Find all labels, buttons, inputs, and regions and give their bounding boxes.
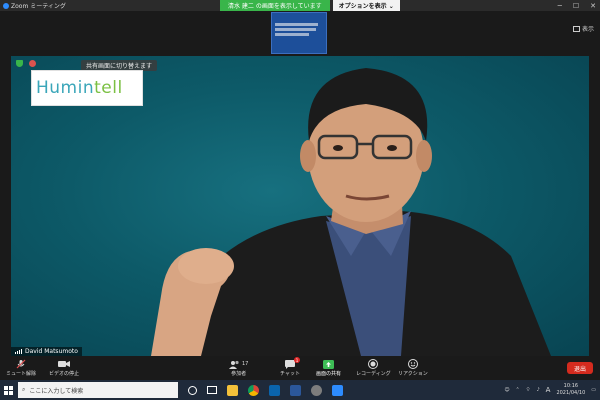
grid-view-icon: [572, 25, 580, 32]
humintell-logo: Humintell: [31, 70, 143, 106]
reactions-label: リアクション: [398, 371, 428, 377]
mute-label: ミュート解除: [6, 371, 37, 377]
clock-date: 2021/04/10: [556, 390, 586, 396]
view-options-button[interactable]: オプションを表示 ⌄: [332, 0, 400, 11]
chat-label: チャット: [280, 371, 300, 377]
close-icon[interactable]: ✕: [590, 2, 596, 10]
taskbar-clock[interactable]: 10:16 2021/04/10: [556, 383, 585, 397]
meeting-toolbar: ミュート解除 ビデオの停止 17 参加者 1 チャット 画面の共有 レコーディン…: [0, 357, 600, 380]
participants-icon: 17: [229, 359, 248, 369]
participants-button[interactable]: 17 参加者: [229, 359, 248, 377]
speaker-video-feed: [151, 68, 551, 356]
people-icon[interactable]: ☺: [504, 387, 509, 393]
search-placeholder: ここに入力して検索: [29, 387, 84, 395]
windows-start-icon[interactable]: [0, 380, 16, 400]
logo-text-a: Humin: [36, 78, 95, 98]
leave-meeting-button[interactable]: 退出: [567, 362, 593, 374]
mute-button[interactable]: ミュート解除: [6, 359, 36, 377]
connection-signal-icon: [15, 349, 22, 354]
shared-screen-preview: [271, 12, 327, 54]
window-controls: ─ ☐ ✕: [558, 0, 596, 11]
thumbnail-strip: 表示: [0, 11, 600, 55]
minimize-icon[interactable]: ─: [558, 2, 562, 10]
participant-name-tag: David Matsumoto: [11, 347, 82, 356]
encryption-shield-icon[interactable]: [16, 60, 23, 67]
view-label: 表示: [581, 26, 594, 33]
active-speaker-video: 共有画面に切り替えます Humintell David Matsumoto: [11, 56, 589, 356]
share-status-text: 清水 建二 の画面を表示しています: [220, 0, 330, 11]
participant-name: David Matsumoto: [25, 348, 78, 355]
maximize-icon[interactable]: ☐: [573, 2, 579, 10]
share-screen-button[interactable]: 画面の共有: [316, 359, 341, 377]
media-app-icon[interactable]: [311, 384, 322, 396]
search-icon: ⌕: [22, 386, 26, 393]
shared-screen-thumbnail[interactable]: [270, 11, 328, 55]
network-icon[interactable]: ⌔: [526, 387, 531, 393]
zoom-logo-icon: [3, 2, 9, 9]
participants-count: 17: [242, 361, 249, 367]
taskbar-search-box[interactable]: ⌕ ここに入力して検索: [18, 382, 178, 398]
share-label: 画面の共有: [316, 371, 342, 377]
share-banner: 清水 建二 の画面を表示しています オプションを表示 ⌄: [220, 0, 400, 11]
title-bar: Zoom ミーティング 清水 建二 の画面を表示しています オプションを表示 ⌄…: [0, 0, 600, 11]
ime-indicator[interactable]: A: [546, 386, 551, 394]
outlook-icon[interactable]: [269, 384, 280, 396]
meeting-status-icons: [16, 60, 36, 67]
record-icon: [368, 359, 379, 369]
view-button[interactable]: 表示: [572, 24, 594, 33]
app-title-group: Zoom ミーティング: [0, 1, 66, 10]
emoji-reaction-icon: [407, 359, 418, 369]
recording-indicator-icon: [29, 60, 36, 67]
chrome-icon[interactable]: [248, 384, 259, 396]
clock-time: 10:16: [563, 383, 579, 389]
taskbar-apps: [188, 384, 343, 396]
task-view-icon[interactable]: [207, 386, 217, 394]
chat-badge: 1: [293, 357, 300, 363]
stop-video-label: ビデオの停止: [49, 371, 80, 377]
file-explorer-icon[interactable]: [227, 384, 238, 396]
stop-video-button[interactable]: ビデオの停止: [49, 359, 79, 377]
app-title: Zoom ミーティング: [11, 3, 66, 10]
reactions-button[interactable]: リアクション: [398, 359, 428, 377]
cortana-icon[interactable]: [188, 385, 197, 395]
microphone-muted-icon: [16, 359, 26, 369]
share-screen-icon: [323, 359, 334, 369]
logo-text-b: tell: [94, 78, 123, 98]
zoom-taskbar-icon[interactable]: [332, 384, 343, 396]
notification-icon[interactable]: ▭: [591, 387, 596, 393]
record-label: レコーディング: [356, 371, 391, 377]
logo-brand-text: Humintell: [36, 79, 142, 97]
participants-label: 参加者: [231, 371, 247, 377]
chat-button[interactable]: 1 チャット: [280, 357, 300, 377]
volume-icon[interactable]: ♪: [536, 387, 539, 393]
video-camera-icon: [58, 359, 70, 369]
zoom-window: Zoom ミーティング 清水 建二 の画面を表示しています オプションを表示 ⌄…: [0, 0, 600, 400]
chat-icon: 1: [284, 357, 300, 369]
windows-taskbar: ⌕ ここに入力して検索 ☺ ⌃ ⌔ ♪ A 10:16 2021/04/10 ▭: [0, 380, 600, 400]
word-icon[interactable]: [290, 384, 301, 396]
system-tray: ☺ ⌃ ⌔ ♪ A 10:16 2021/04/10 ▭: [504, 380, 596, 400]
record-button[interactable]: レコーディング: [356, 359, 391, 377]
chevron-up-icon[interactable]: ⌃: [516, 387, 520, 393]
